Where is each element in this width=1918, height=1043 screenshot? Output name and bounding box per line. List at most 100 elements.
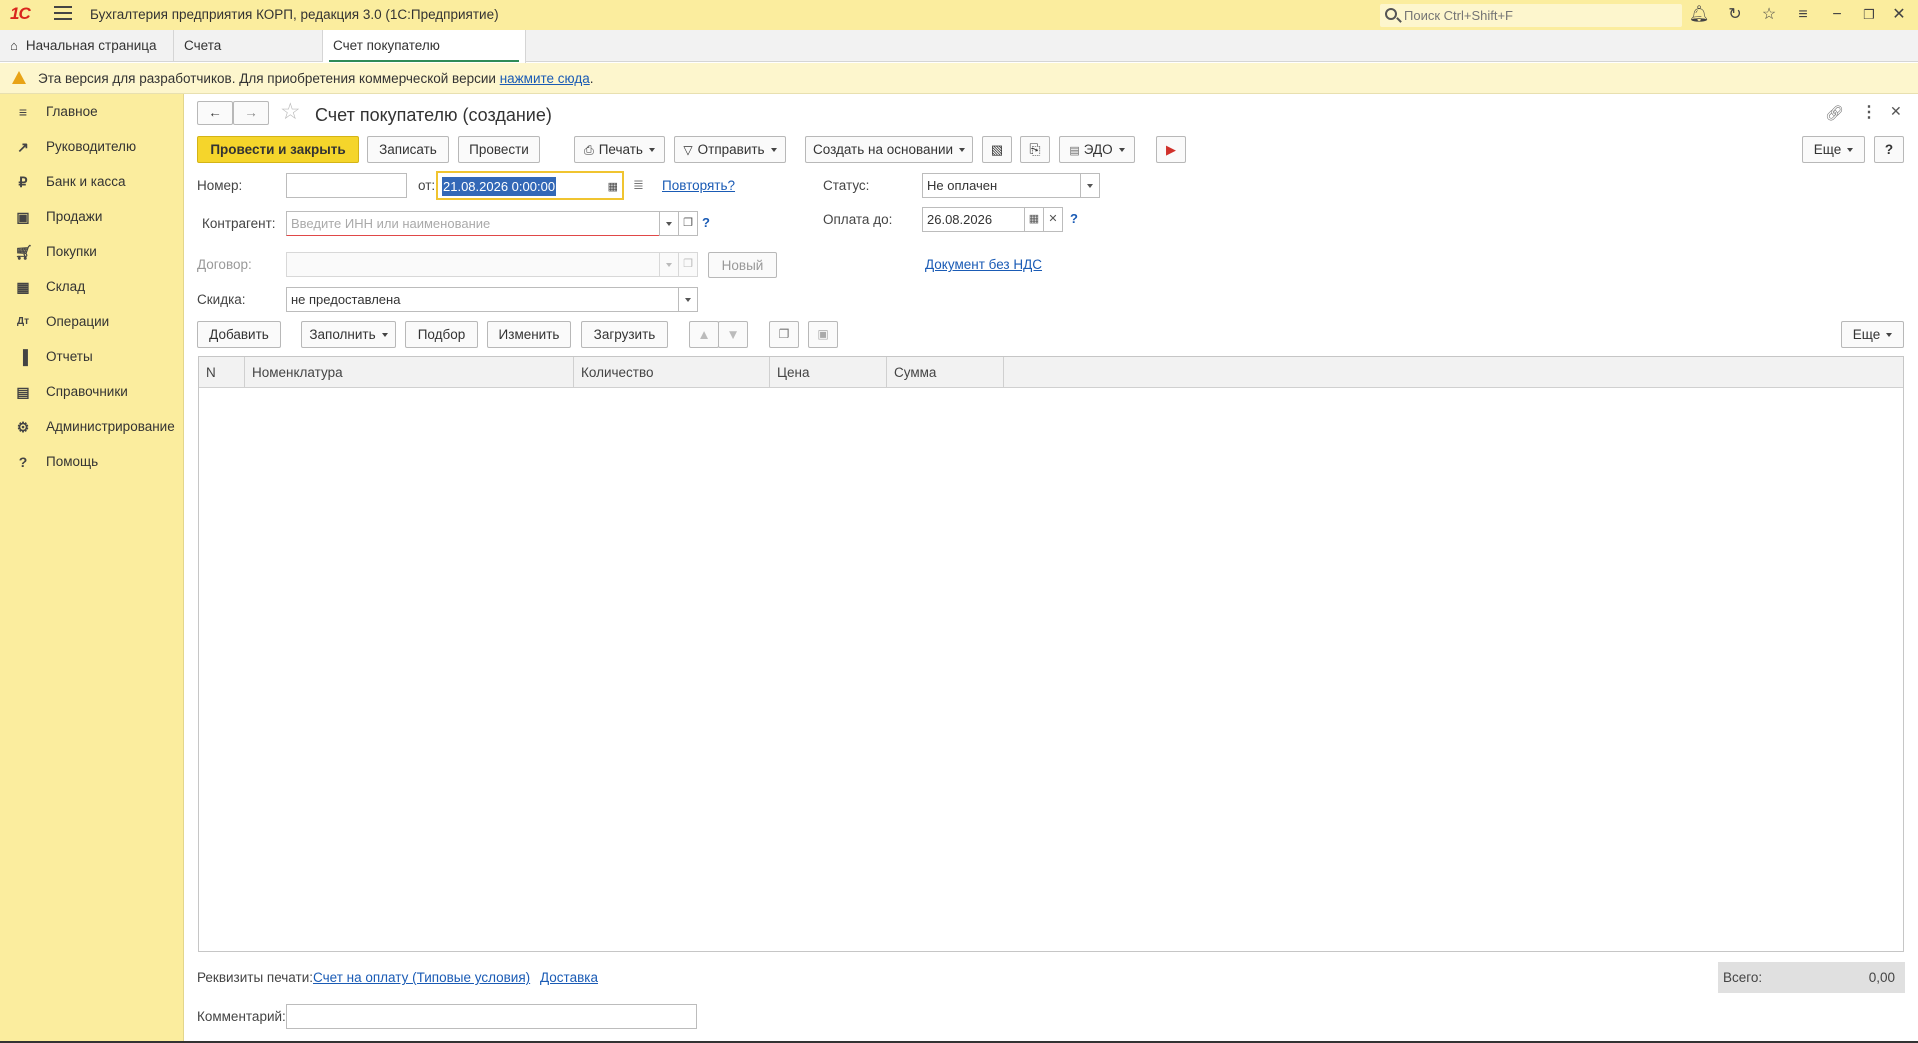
structure-icon[interactable]: ▧ (982, 136, 1012, 163)
status-label: Статус: (823, 178, 870, 193)
comment-field[interactable] (286, 1004, 697, 1029)
print-button[interactable]: ⎙ Печать (574, 136, 665, 163)
edo-button[interactable]: ▤ ЭДО (1059, 136, 1135, 163)
sidebar-item-reports[interactable]: ▐ Отчеты (0, 340, 184, 375)
column-header-nomenclature[interactable]: Номенклатура (245, 357, 574, 388)
fill-button[interactable]: Заполнить (301, 321, 396, 348)
print-label: Печать (598, 142, 643, 157)
discount-dropdown-icon[interactable] (678, 287, 698, 312)
tab-customer-invoices[interactable]: Счета покупателям✕ (174, 30, 323, 85)
sidebar-item-sales[interactable]: ▣ Продажи (0, 200, 184, 235)
discount-field[interactable]: не предоставлена (286, 287, 679, 312)
copy-icon[interactable]: ❐ (769, 321, 799, 348)
sidebar-item-operations[interactable]: Дт Операции (0, 305, 184, 340)
chart-icon: ▐ (18, 349, 28, 365)
counterparty-label: Контрагент: (202, 216, 276, 231)
sidebar-item-catalogs[interactable]: ▤ Справочники (0, 375, 184, 410)
column-header-price[interactable]: Цена (770, 357, 887, 388)
sidebar-item-label: Склад (46, 279, 86, 294)
calendar-icon[interactable]: ▦ (608, 176, 618, 199)
favorite-star-icon[interactable]: ☆ (280, 98, 301, 125)
print-conditions-link[interactable]: Счет на оплату (Типовые условия) (313, 970, 530, 985)
save-button[interactable]: Записать (367, 136, 449, 163)
open-icon[interactable]: ❐ (678, 211, 698, 236)
number-input[interactable] (291, 175, 402, 196)
app-title: Бухгалтерия предприятия КОРП, редакция 3… (90, 7, 499, 22)
post-and-close-button[interactable]: Провести и закрыть (197, 136, 359, 163)
goods-table[interactable]: N Номенклатура Количество Цена Сумма (198, 356, 1904, 952)
create-based-on-button[interactable]: Создать на основании (805, 136, 973, 163)
sidebar-item-bank[interactable]: ₽ Банк и касса (0, 165, 184, 200)
purchase-link[interactable]: нажмите сюда (500, 71, 590, 86)
paperclip-icon[interactable]: ⎘ (1020, 136, 1050, 163)
printer-icon: ⎙ (584, 143, 594, 157)
pick-button[interactable]: Подбор (405, 321, 478, 348)
more-button[interactable]: Еще (1802, 136, 1865, 163)
pay-until-help-icon[interactable]: ? (1070, 211, 1078, 226)
help-button[interactable]: ? (1874, 136, 1904, 163)
sidebar-item-label: Банк и касса (46, 174, 126, 189)
vat-link[interactable]: Документ без НДС (925, 257, 1042, 272)
counterparty-help-icon[interactable]: ? (702, 215, 710, 230)
sidebar-item-manager[interactable]: ↗ Руководителю (0, 130, 184, 165)
load-button[interactable]: Загрузить (581, 321, 668, 348)
counterparty-input[interactable] (291, 213, 655, 234)
add-button[interactable]: Добавить (197, 321, 281, 348)
1c-logo[interactable]: 1С (10, 4, 31, 24)
column-header-sum[interactable]: Сумма (887, 357, 1004, 388)
delivery-link[interactable]: Доставка (540, 970, 598, 985)
sidebar-item-admin[interactable]: ⚙ Администрирование (0, 410, 184, 445)
table-more-button[interactable]: Еще (1841, 321, 1904, 348)
post-button[interactable]: Провести (458, 136, 540, 163)
sidebar-item-main[interactable]: ≡ Главное (0, 95, 184, 130)
link-icon[interactable]: 🔗︎ (1825, 104, 1844, 122)
status-dropdown-icon[interactable] (1080, 173, 1100, 198)
date-field[interactable]: 21.08.2026 0:00:00 ▦ (436, 171, 624, 200)
sidebar-item-warehouse[interactable]: ▦ Склад (0, 270, 184, 305)
create-based-label: Создать на основании (812, 142, 954, 157)
minimize-icon[interactable]: − (1826, 5, 1848, 25)
calendar-icon[interactable]: ▦ (1024, 207, 1044, 232)
column-header-quantity[interactable]: Количество (574, 357, 770, 388)
close-form-icon[interactable]: ✕ (1890, 103, 1902, 120)
back-button[interactable]: ← (197, 101, 233, 125)
counterparty-dropdown-icon[interactable] (659, 211, 679, 236)
bell-icon[interactable]: 🔔︎ (1688, 5, 1710, 25)
arrow-right-icon: → (244, 105, 258, 120)
sidebar-item-purchases[interactable]: 🛒︎ Покупки (0, 235, 184, 270)
main-menu-icon[interactable] (54, 6, 72, 22)
total-box: Всего: 0,00 (1718, 962, 1905, 993)
tab-invoice-create[interactable]: Счет покупателю (создание)✕ (323, 30, 526, 85)
clear-icon[interactable]: ✕ (1043, 207, 1063, 232)
fill-label: Заполнить (309, 327, 376, 342)
number-field[interactable] (286, 173, 407, 198)
repeat-link[interactable]: Повторять? (662, 178, 735, 193)
column-header-n[interactable]: N (199, 357, 245, 388)
send-button[interactable]: ▽ Отправить (674, 136, 786, 163)
search-input[interactable] (1402, 6, 1672, 24)
table-more-label: Еще (1852, 327, 1881, 342)
status-value: Не оплачен (927, 178, 998, 193)
sidebar-item-label: Продажи (46, 209, 103, 224)
pay-until-label: Оплата до: (823, 212, 893, 227)
global-search[interactable] (1380, 4, 1682, 27)
flag-icon[interactable]: ▶ (1156, 136, 1186, 163)
history-icon[interactable]: ↻ (1724, 5, 1746, 25)
restore-icon[interactable]: ❐ (1858, 5, 1880, 25)
pay-until-field[interactable]: 26.08.2026 (922, 207, 1025, 232)
date-value[interactable]: 21.08.2026 0:00:00 (442, 177, 557, 196)
counterparty-field[interactable] (286, 211, 660, 236)
schedule-icon[interactable]: ≣ (633, 177, 644, 193)
more-label: Еще (1813, 142, 1842, 157)
close-window-icon[interactable]: ✕ (1888, 5, 1910, 25)
change-button[interactable]: Изменить (487, 321, 571, 348)
star-icon[interactable]: ☆ (1758, 5, 1780, 25)
print-details-label: Реквизиты печати: (197, 970, 313, 985)
comment-input[interactable] (291, 1006, 692, 1027)
status-field[interactable]: Не оплачен (922, 173, 1081, 198)
sidebar-item-help[interactable]: ? Помощь (0, 445, 184, 480)
forward-button[interactable]: → (233, 101, 269, 125)
tab-home[interactable]: ⌂ Начальная страница (0, 30, 174, 62)
functions-menu-icon[interactable]: ≡ (1792, 5, 1814, 25)
more-actions-icon[interactable]: ⋮ (1861, 102, 1877, 122)
